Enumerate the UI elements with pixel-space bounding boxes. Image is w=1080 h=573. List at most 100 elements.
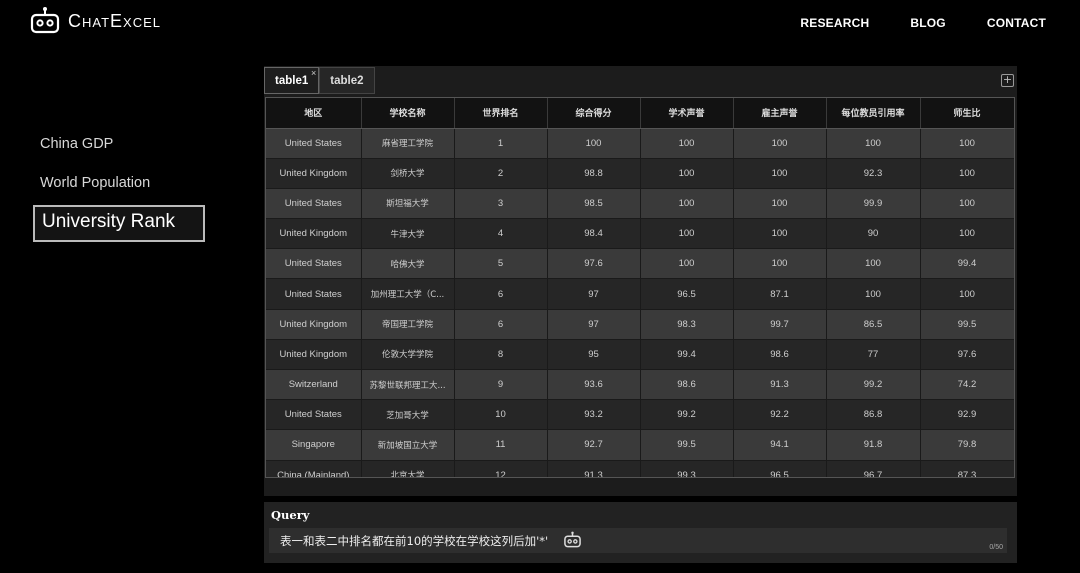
- table-cell[interactable]: 100: [547, 128, 641, 159]
- table-cell[interactable]: 91.3: [547, 460, 641, 477]
- table-cell[interactable]: 100: [733, 218, 827, 250]
- table-cell[interactable]: 91.3: [733, 369, 827, 401]
- table-cell[interactable]: 79.8: [920, 429, 1014, 461]
- table-cell[interactable]: 92.7: [547, 429, 641, 461]
- table-cell[interactable]: 96.5: [733, 460, 827, 477]
- table-row[interactable]: United Kingdom 帝国理工学院 6 97 98.3 99.7 86.5 99.5: [266, 309, 1014, 340]
- table-cell[interactable]: 93.2: [547, 399, 641, 431]
- table-cell[interactable]: United States: [266, 399, 362, 431]
- tab-table2[interactable]: table2: [319, 67, 375, 94]
- table-cell[interactable]: 98.3: [640, 309, 734, 340]
- table-cell[interactable]: 99.4: [640, 339, 734, 371]
- table-cell[interactable]: 92.9: [920, 399, 1014, 431]
- table-cell[interactable]: 86.8: [826, 399, 921, 431]
- table-cell[interactable]: 100: [920, 218, 1014, 250]
- table-cell[interactable]: 北京大学: [361, 460, 455, 477]
- table-cell[interactable]: 96.7: [826, 460, 921, 477]
- tab-table1[interactable]: table1 ×: [264, 67, 320, 94]
- nav-research[interactable]: RESEARCH: [800, 16, 869, 30]
- table-cell[interactable]: 100: [826, 278, 921, 310]
- table-cell[interactable]: 苏黎世联邦理工大...: [361, 369, 455, 401]
- table-cell[interactable]: United States: [266, 278, 362, 310]
- table-row[interactable]: China (Mainland) 北京大学 12 91.3 99.3 96.5 96.7 87…: [266, 460, 1014, 477]
- table-cell[interactable]: 87.1: [733, 278, 827, 310]
- table-cell[interactable]: China (Mainland): [266, 460, 362, 477]
- table-cell[interactable]: United Kingdom: [266, 339, 362, 371]
- table-cell[interactable]: United States: [266, 188, 362, 220]
- table-cell[interactable]: 100: [920, 158, 1014, 189]
- table-cell[interactable]: 100: [920, 188, 1014, 220]
- table-cell[interactable]: 99.3: [640, 460, 734, 477]
- table-cell[interactable]: 100: [733, 128, 827, 159]
- table-cell[interactable]: United Kingdom: [266, 158, 362, 189]
- column-header-academic-reputation[interactable]: 学术声誉: [640, 98, 734, 129]
- table-cell[interactable]: 牛津大学: [361, 218, 455, 250]
- nav-contact[interactable]: CONTACT: [987, 16, 1046, 30]
- table-row[interactable]: United States 哈佛大学 5 97.6 100 100 100 99.4: [266, 248, 1014, 280]
- close-icon[interactable]: ×: [311, 68, 316, 78]
- table-row[interactable]: Singapore 新加坡国立大学 11 92.7 99.5 94.1 91.8 79.8: [266, 429, 1014, 461]
- table-cell[interactable]: 伦敦大学学院: [361, 339, 455, 371]
- table-cell[interactable]: 100: [640, 218, 734, 250]
- table-cell[interactable]: 斯坦福大学: [361, 188, 455, 220]
- table-row[interactable]: United States 麻省理工学院 1 100 100 100 100 100: [266, 128, 1014, 159]
- column-header-region[interactable]: 地区: [266, 98, 362, 129]
- table-cell[interactable]: United Kingdom: [266, 218, 362, 250]
- table-row[interactable]: United States 加州理工大学（C... 6 97 96.5 87.1 100 10…: [266, 278, 1014, 310]
- table-cell[interactable]: 90: [826, 218, 921, 250]
- table-cell[interactable]: 91.8: [826, 429, 921, 461]
- table-cell[interactable]: 3: [454, 188, 548, 220]
- table-cell[interactable]: 100: [733, 188, 827, 220]
- table-cell[interactable]: 98.5: [547, 188, 641, 220]
- table-cell[interactable]: 94.1: [733, 429, 827, 461]
- data-table-container[interactable]: 地区 学校名称 世界排名 综合得分 学术声誉 雇主声誉 每位教员引用率 师生比 …: [265, 97, 1015, 478]
- table-cell[interactable]: 98.8: [547, 158, 641, 189]
- column-header-school[interactable]: 学校名称: [361, 98, 455, 129]
- table-cell[interactable]: 9: [454, 369, 548, 401]
- table-cell[interactable]: 93.6: [547, 369, 641, 401]
- table-cell[interactable]: 99.9: [826, 188, 921, 220]
- table-cell[interactable]: 1: [454, 128, 548, 159]
- table-cell[interactable]: 97: [547, 309, 641, 340]
- table-cell[interactable]: 100: [920, 128, 1014, 159]
- table-cell[interactable]: 哈佛大学: [361, 248, 455, 280]
- robot-submit-icon[interactable]: [563, 531, 582, 549]
- table-cell[interactable]: Singapore: [266, 429, 362, 461]
- table-cell[interactable]: 新加坡国立大学: [361, 429, 455, 461]
- table-cell[interactable]: 麻省理工学院: [361, 128, 455, 159]
- table-cell[interactable]: 99.2: [640, 399, 734, 431]
- table-cell[interactable]: 97: [547, 278, 641, 310]
- column-header-world-rank[interactable]: 世界排名: [454, 98, 548, 129]
- table-cell[interactable]: Switzerland: [266, 369, 362, 401]
- table-cell[interactable]: 99.5: [920, 309, 1014, 340]
- table-cell[interactable]: 芝加哥大学: [361, 399, 455, 431]
- table-cell[interactable]: 10: [454, 399, 548, 431]
- table-cell[interactable]: 2: [454, 158, 548, 189]
- table-cell[interactable]: 87.3: [920, 460, 1014, 477]
- table-cell[interactable]: 98.6: [733, 339, 827, 371]
- table-cell[interactable]: 95: [547, 339, 641, 371]
- table-cell[interactable]: 92.2: [733, 399, 827, 431]
- column-header-citations[interactable]: 每位教员引用率: [826, 98, 921, 129]
- table-cell[interactable]: 6: [454, 309, 548, 340]
- table-cell[interactable]: 100: [826, 248, 921, 280]
- table-cell[interactable]: 74.2: [920, 369, 1014, 401]
- table-cell[interactable]: United States: [266, 248, 362, 280]
- table-cell[interactable]: 99.2: [826, 369, 921, 401]
- table-cell[interactable]: 100: [733, 248, 827, 280]
- table-cell[interactable]: United Kingdom: [266, 309, 362, 340]
- table-row[interactable]: United States 芝加哥大学 10 93.2 99.2 92.2 86.8 92.9: [266, 399, 1014, 431]
- table-cell[interactable]: 92.3: [826, 158, 921, 189]
- table-cell[interactable]: 加州理工大学（C...: [361, 278, 455, 310]
- table-cell[interactable]: 96.5: [640, 278, 734, 310]
- table-cell[interactable]: 97.6: [920, 339, 1014, 371]
- table-cell[interactable]: 11: [454, 429, 548, 461]
- table-cell[interactable]: 97.6: [547, 248, 641, 280]
- table-cell[interactable]: 100: [920, 278, 1014, 310]
- table-row[interactable]: United States 斯坦福大学 3 98.5 100 100 99.9 100: [266, 188, 1014, 220]
- column-header-faculty-student-ratio[interactable]: 师生比: [920, 98, 1014, 129]
- table-cell[interactable]: 100: [640, 248, 734, 280]
- table-cell[interactable]: 77: [826, 339, 921, 371]
- column-header-overall-score[interactable]: 综合得分: [547, 98, 641, 129]
- table-row[interactable]: United Kingdom 牛津大学 4 98.4 100 100 90 100: [266, 218, 1014, 250]
